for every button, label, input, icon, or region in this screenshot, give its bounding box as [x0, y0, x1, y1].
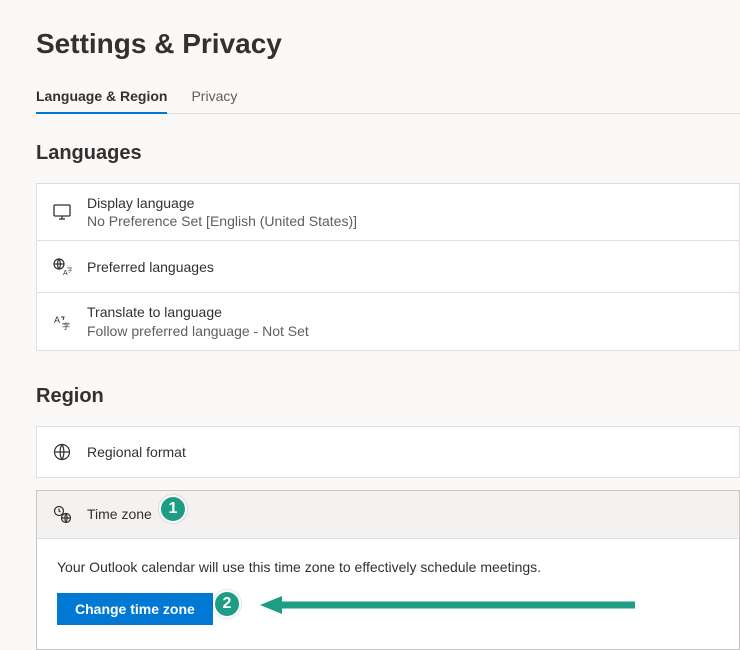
time-zone-description: Your Outlook calendar will use this time… — [57, 559, 719, 575]
time-zone-title: Time zone — [87, 505, 152, 523]
section-heading-region: Region — [36, 385, 740, 408]
annotation-arrow — [260, 595, 640, 615]
annotation-badge-2: 2 — [213, 590, 241, 618]
tab-privacy[interactable]: Privacy — [191, 88, 237, 114]
page-title: Settings & Privacy — [36, 28, 740, 60]
panel-time-zone-expanded: Time zone Your Outlook calendar will use… — [36, 490, 740, 650]
translate-to-sub: Follow preferred language - Not Set — [87, 322, 309, 340]
display-language-sub: No Preference Set [English (United State… — [87, 212, 357, 230]
section-heading-languages: Languages — [36, 142, 740, 165]
globe-icon — [51, 441, 73, 463]
svg-text:字: 字 — [67, 266, 72, 274]
translate-to-title: Translate to language — [87, 303, 309, 321]
annotation-badge-1: 1 — [159, 495, 187, 523]
clock-globe-icon — [51, 503, 73, 525]
tab-language-region[interactable]: Language & Region — [36, 88, 167, 114]
svg-text:字: 字 — [62, 321, 70, 331]
preferred-languages-title: Preferred languages — [87, 258, 214, 276]
regional-format-title: Regional format — [87, 443, 186, 461]
panel-regional-format[interactable]: Regional format — [36, 426, 740, 478]
translate-icon: A 字 — [51, 311, 73, 333]
display-language-title: Display language — [87, 194, 357, 212]
tabs-bar: Language & Region Privacy — [36, 88, 740, 114]
panel-preferred-languages[interactable]: A 字 Preferred languages — [36, 240, 740, 292]
panel-translate-to[interactable]: A 字 Translate to language Follow preferr… — [36, 292, 740, 350]
region-panel-list: Regional format — [36, 426, 740, 478]
monitor-icon — [51, 201, 73, 223]
svg-text:A: A — [54, 315, 60, 325]
languages-panel-list: Display language No Preference Set [Engl… — [36, 183, 740, 351]
translate-globe-icon: A 字 — [51, 256, 73, 278]
panel-time-zone-header[interactable]: Time zone — [37, 491, 739, 539]
change-time-zone-button[interactable]: Change time zone — [57, 593, 213, 625]
panel-display-language[interactable]: Display language No Preference Set [Engl… — [36, 183, 740, 240]
